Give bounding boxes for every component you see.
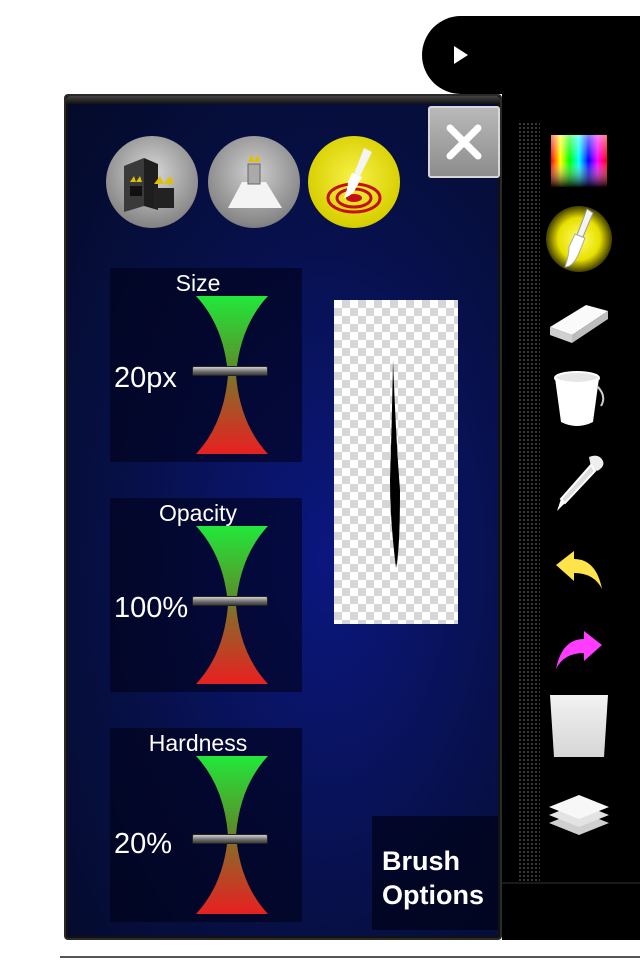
- slider-handle[interactable]: [192, 596, 268, 606]
- slider-handle[interactable]: [192, 366, 268, 376]
- brush-preview: [334, 300, 458, 624]
- mode-button-2[interactable]: [208, 136, 300, 228]
- slider-label: Opacity: [159, 500, 237, 526]
- slider-label: Hardness: [148, 730, 248, 756]
- size-slider[interactable]: Size 20px: [110, 268, 302, 462]
- toolbar-grip[interactable]: [518, 122, 540, 882]
- expand-tab[interactable]: [422, 16, 640, 94]
- slider-value: 20%: [114, 828, 173, 860]
- gift-platform-mode-icon: [228, 154, 282, 208]
- eyedropper-icon[interactable]: [546, 450, 612, 516]
- eraser-icon[interactable]: [546, 290, 612, 356]
- slider-handle[interactable]: [192, 834, 268, 844]
- mode-button-3[interactable]: [308, 136, 400, 228]
- slider-value: 20px: [114, 362, 177, 394]
- mode-button-1[interactable]: [106, 136, 198, 228]
- hardness-slider[interactable]: Hardness 20%: [110, 728, 302, 922]
- brush-target-mode-icon: [326, 148, 382, 214]
- brush-icon[interactable]: [546, 206, 612, 272]
- brush-options-panel: Size 20px Opacity 100% Hardness 20% Brus…: [64, 94, 502, 940]
- toolbar-footer: [502, 882, 640, 940]
- close-button[interactable]: [428, 106, 500, 178]
- gift-boxes-mode-icon: [124, 158, 174, 212]
- close-icon: [446, 124, 482, 160]
- play-icon: [454, 46, 468, 64]
- brush-stroke-preview: [390, 360, 400, 568]
- toolbar: [502, 94, 640, 940]
- divider: [60, 956, 640, 958]
- canvas-icon[interactable]: [546, 694, 612, 760]
- opacity-slider[interactable]: Opacity 100%: [110, 498, 302, 692]
- layers-icon[interactable]: [546, 782, 612, 848]
- color-palette-icon[interactable]: [546, 128, 612, 194]
- slider-value: 100%: [114, 592, 189, 624]
- slider-label: Size: [175, 270, 221, 296]
- panel-title: Brush Options: [372, 816, 498, 930]
- undo-icon[interactable]: [546, 538, 612, 604]
- bucket-icon[interactable]: [546, 366, 612, 432]
- redo-icon[interactable]: [546, 618, 612, 684]
